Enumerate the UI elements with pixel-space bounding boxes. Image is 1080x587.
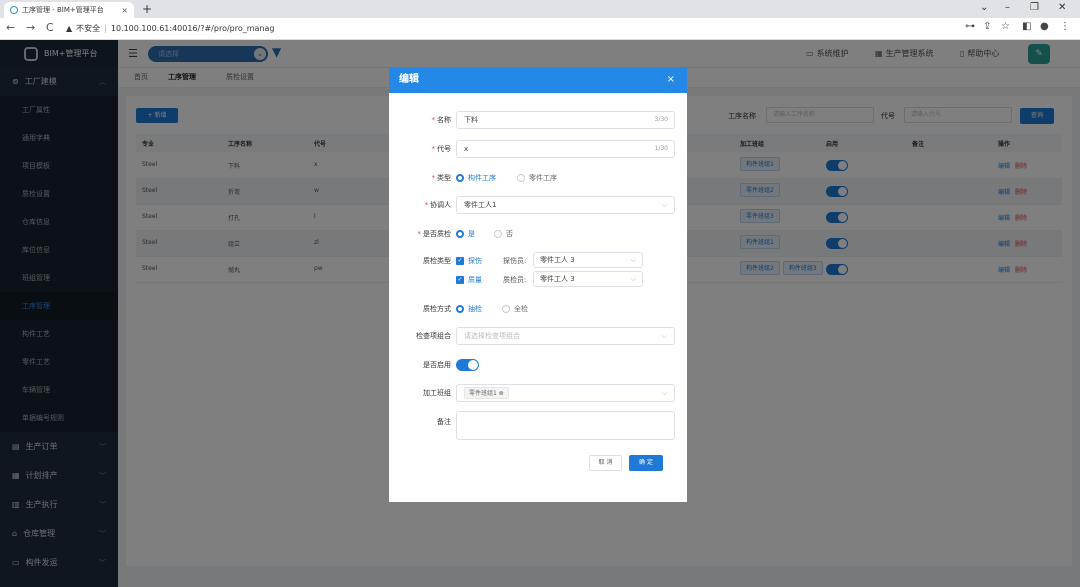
qc-type-quality-checkbox[interactable]: ✓ 质量 xyxy=(456,275,482,285)
tag-label: 零件班组1 xyxy=(469,390,497,397)
qc-label: * 是否质检 xyxy=(417,230,452,238)
qc-radio-yes[interactable]: 是 xyxy=(456,229,475,239)
tab-search-icon[interactable]: ⌄ xyxy=(980,2,988,13)
qc-method-full-radio[interactable]: 全检 xyxy=(502,304,528,314)
address-bar-row: ← → C ▲ 不安全 | 10.100.100.61:40016/?#/pro… xyxy=(0,18,1080,40)
favicon-icon xyxy=(10,6,18,14)
minimize-icon[interactable]: – xyxy=(1005,2,1010,13)
select-value: 零件工人1 xyxy=(464,201,497,209)
chevron-down-icon: ⌵ xyxy=(630,256,636,264)
quality-inspector-label: 质检员: xyxy=(503,276,527,284)
close-window-icon[interactable]: ✕ xyxy=(1058,2,1066,13)
label-text: 类型 xyxy=(437,174,451,182)
radio-icon xyxy=(456,230,464,238)
checkbox-label: 探伤 xyxy=(468,257,482,265)
coordinator-label: * 协调人 xyxy=(424,201,452,209)
team-select[interactable]: 零件班组1 ⊗ ⌵ xyxy=(456,384,675,402)
check-icon: ✓ xyxy=(456,276,464,284)
radio-label: 是 xyxy=(468,230,475,238)
remark-label: 备注 xyxy=(437,418,451,426)
side-panel-icon[interactable]: ◧ xyxy=(1022,21,1031,32)
chevron-down-icon: ⌵ xyxy=(661,201,667,209)
select-placeholder: 请选择检查项组合 xyxy=(464,332,520,340)
quality-inspector-select[interactable]: 零件工人 3 ⌵ xyxy=(533,271,643,287)
team-tag: 零件班组1 ⊗ xyxy=(464,387,509,399)
select-value: 零件工人 3 xyxy=(540,256,575,264)
radio-icon xyxy=(456,305,464,313)
radio-label: 零件工序 xyxy=(529,174,557,182)
label-text: 协调人 xyxy=(430,201,451,209)
bookmark-star-icon[interactable]: ☆ xyxy=(1001,21,1010,32)
code-label: * 代号 xyxy=(431,145,452,153)
security-label: 不安全 xyxy=(76,23,101,33)
label-text: 代号 xyxy=(437,145,451,153)
back-icon[interactable]: ← xyxy=(6,21,15,34)
name-label: * 名称 xyxy=(431,116,452,124)
char-count: 3/30 xyxy=(654,116,668,123)
radio-label: 构件工序 xyxy=(468,174,496,182)
cancel-button[interactable]: 取 消 xyxy=(589,455,622,471)
input-value: x xyxy=(464,145,469,153)
dialog-header: 编辑 × xyxy=(389,67,687,93)
radio-icon xyxy=(494,230,502,238)
type-label: * 类型 xyxy=(431,174,452,182)
maximize-icon[interactable]: ❐ xyxy=(1030,2,1039,13)
url-field[interactable]: ▲ 不安全 | 10.100.100.61:40016/?#/pro/pro_m… xyxy=(66,21,274,35)
checkbox-label: 质量 xyxy=(468,276,482,284)
qc-radio-no[interactable]: 否 xyxy=(494,229,513,239)
radio-icon xyxy=(502,305,510,313)
chevron-down-icon: ⌵ xyxy=(630,275,636,283)
coordinator-select[interactable]: 零件工人1 ⌵ xyxy=(456,196,675,214)
radio-label: 全检 xyxy=(514,305,528,313)
type-radio-component[interactable]: 构件工序 xyxy=(456,173,496,183)
url-text: 10.100.100.61:40016/?#/pro/pro_manag xyxy=(110,23,275,33)
new-tab-button[interactable]: + xyxy=(142,2,152,16)
team-label: 加工班组 xyxy=(423,389,451,397)
warning-icon: ▲ xyxy=(66,23,73,33)
chevron-down-icon: ⌵ xyxy=(661,389,667,397)
chevron-down-icon: ⌵ xyxy=(661,332,667,340)
browser-tab-strip: 工序管理 - BIM+管理平台 × + ⌄ – ❐ ✕ xyxy=(0,0,1080,18)
radio-icon xyxy=(517,174,525,182)
flaw-inspector-select[interactable]: 零件工人 3 ⌵ xyxy=(533,252,643,268)
browser-menu-icon[interactable]: ⋮ xyxy=(1060,21,1070,32)
tab-close-icon[interactable]: × xyxy=(121,6,128,15)
radio-label: 否 xyxy=(506,230,513,238)
radio-icon xyxy=(456,174,464,182)
input-value: 下料 xyxy=(464,116,478,124)
enable-label: 是否启用 xyxy=(423,361,451,369)
forward-icon[interactable]: → xyxy=(26,21,35,34)
radio-label: 抽检 xyxy=(468,305,482,313)
edit-dialog: 编辑 × * 名称 下料 3/30 * 代号 x 1/30 * 类型 构件工序 零件工序 … xyxy=(389,67,687,502)
remark-textarea[interactable] xyxy=(456,411,675,440)
qc-method-label: 质检方式 xyxy=(423,305,451,313)
check-combo-label: 检查项组合 xyxy=(416,332,451,340)
label-text: 是否质检 xyxy=(423,230,451,238)
qc-type-flaw-checkbox[interactable]: ✓ 探伤 xyxy=(456,256,482,266)
confirm-button[interactable]: 确 定 xyxy=(629,455,663,471)
check-icon: ✓ xyxy=(456,257,464,265)
code-input[interactable]: x 1/30 xyxy=(456,140,675,158)
profile-icon[interactable]: ● xyxy=(1040,21,1049,32)
key-icon[interactable]: ⊶ xyxy=(965,21,975,32)
select-value: 零件工人 3 xyxy=(540,275,575,283)
qc-method-sampling-radio[interactable]: 抽检 xyxy=(456,304,482,314)
flaw-inspector-label: 探伤员: xyxy=(503,257,527,265)
browser-tab[interactable]: 工序管理 - BIM+管理平台 × xyxy=(4,2,134,18)
qc-type-label: 质检类型 xyxy=(423,257,451,265)
close-icon[interactable]: × xyxy=(667,67,675,93)
enable-switch[interactable] xyxy=(456,359,479,371)
tag-close-icon[interactable]: ⊗ xyxy=(499,390,504,397)
tab-title: 工序管理 - BIM+管理平台 xyxy=(22,6,104,14)
share-icon[interactable]: ⇪ xyxy=(983,21,991,32)
reload-icon[interactable]: C xyxy=(46,21,54,34)
label-text: 名称 xyxy=(437,116,451,124)
name-input[interactable]: 下料 3/30 xyxy=(456,111,675,129)
check-combo-select[interactable]: 请选择检查项组合 ⌵ xyxy=(456,327,675,345)
type-radio-part[interactable]: 零件工序 xyxy=(517,173,557,183)
dialog-title: 编辑 xyxy=(399,74,419,85)
char-count: 1/30 xyxy=(654,145,668,152)
